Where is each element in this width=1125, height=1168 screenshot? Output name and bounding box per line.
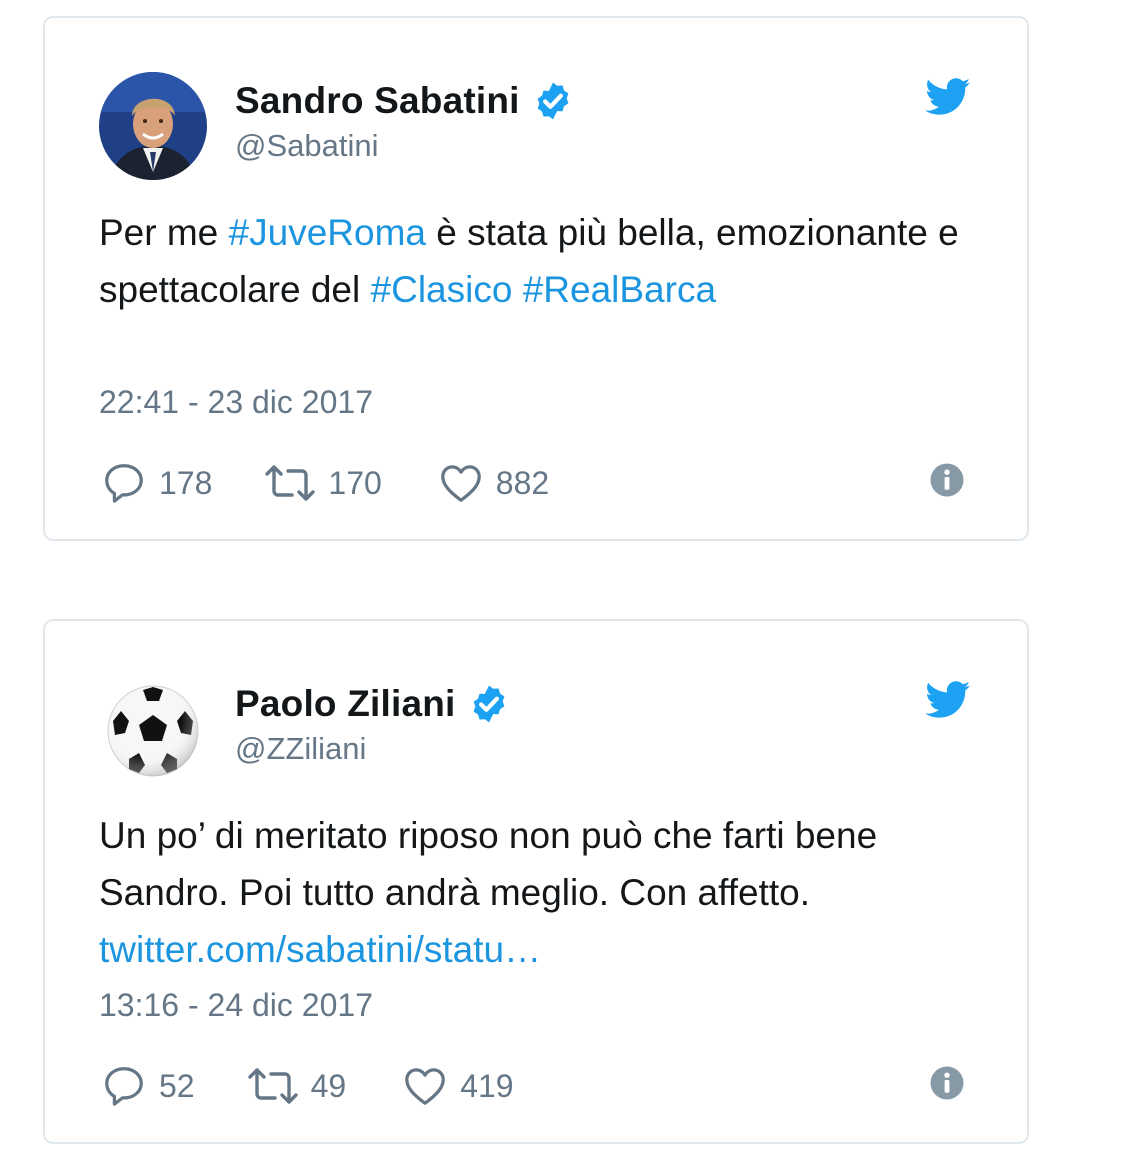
- tweet-text: Per me #JuveRoma è stata più bella, emoz…: [99, 204, 979, 318]
- avatar[interactable]: [99, 72, 207, 180]
- author-row: Paolo Ziliani: [235, 683, 510, 725]
- reply-count: 178: [159, 464, 213, 501]
- url-link[interactable]: twitter.com/sabatini/statu…: [99, 929, 541, 970]
- hashtag-link[interactable]: #Clasico: [371, 269, 513, 310]
- tweet-card: Paolo Ziliani @ZZiliani Un po’ di merita…: [43, 619, 1029, 1144]
- text-segment: Un po’ di meritato riposo non può che fa…: [99, 815, 878, 913]
- text-segment: Per me: [99, 212, 229, 253]
- retweet-button[interactable]: 49: [247, 1063, 347, 1109]
- avatar[interactable]: [99, 675, 207, 783]
- like-count: 882: [495, 464, 550, 501]
- reply-count: 52: [159, 1067, 195, 1104]
- verified-badge-icon: [537, 82, 569, 120]
- author-name[interactable]: Sandro Sabatini: [235, 80, 520, 122]
- tweet-text: Un po’ di meritato riposo non può che fa…: [99, 807, 979, 978]
- reply-button[interactable]: 178: [101, 460, 212, 506]
- author-handle[interactable]: @Sabatini: [235, 128, 379, 164]
- reply-icon: [105, 1067, 143, 1106]
- like-button[interactable]: 882: [438, 460, 549, 506]
- tweet-card: Sandro Sabatini @Sabatini Per me #JuveRo…: [43, 16, 1029, 541]
- verified-badge-icon: [473, 685, 504, 723]
- author-name[interactable]: Paolo Ziliani: [235, 683, 456, 725]
- retweet-button[interactable]: 170: [264, 460, 382, 506]
- reply-button[interactable]: 52: [101, 1063, 195, 1109]
- reply-icon: [105, 464, 143, 503]
- heart-icon: [440, 465, 481, 502]
- like-count: 419: [460, 1067, 514, 1104]
- author-row: Sandro Sabatini: [235, 80, 574, 122]
- tweet-actions: 52 49 419: [101, 1063, 514, 1109]
- text-segment: [512, 269, 522, 310]
- tweet-actions: 178 170 882: [101, 460, 549, 506]
- twitter-bird-icon[interactable]: [925, 78, 971, 116]
- info-icon[interactable]: [929, 462, 965, 498]
- tweet-timestamp[interactable]: 22:41 - 23 dic 2017: [99, 384, 373, 421]
- twitter-bird-icon[interactable]: [925, 681, 971, 719]
- info-icon[interactable]: [929, 1065, 965, 1101]
- hashtag-link[interactable]: #JuveRoma: [229, 212, 426, 253]
- author-handle[interactable]: @ZZiliani: [235, 731, 366, 767]
- retweet-icon: [247, 1068, 298, 1104]
- retweet-icon: [265, 465, 316, 501]
- retweet-count: 49: [310, 1067, 347, 1104]
- tweet-timestamp[interactable]: 13:16 - 24 dic 2017: [99, 987, 373, 1024]
- hashtag-link[interactable]: #RealBarca: [523, 269, 716, 310]
- heart-icon: [405, 1068, 446, 1105]
- retweet-count: 170: [328, 464, 382, 501]
- like-button[interactable]: 419: [402, 1063, 514, 1109]
